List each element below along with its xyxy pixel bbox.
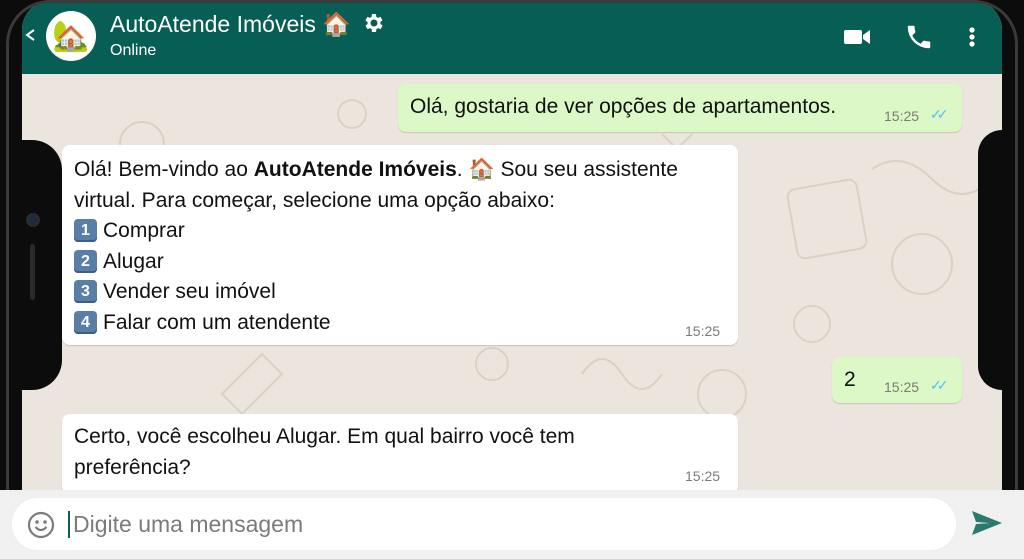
message-body: Certo, você escolheu Alugar. Em qual bai… <box>74 422 575 483</box>
option-label: Alugar <box>103 249 164 273</box>
message-text: Olá, gostaria de ver opções de apartamen… <box>410 95 837 118</box>
keycap-3-icon: 3 <box>74 280 97 303</box>
read-ticks-icon: ✓✓ <box>930 377 949 393</box>
message-time: 15:25 <box>884 379 920 395</box>
contact-name: AutoAtende Imóveis 🏠 <box>110 10 385 38</box>
message-line: Olá! Bem-vindo ao AutoAtende Imóveis. 🏠 … <box>74 155 678 186</box>
phone-sensor <box>30 244 35 300</box>
contact-avatar[interactable]: 🏡 <box>46 11 96 61</box>
read-ticks-icon: ✓✓ <box>930 106 949 122</box>
message-line: Certo, você escolheu Alugar. Em qual bai… <box>74 425 575 448</box>
chat-header: 🏡 AutoAtende Imóveis 🏠 Online <box>22 0 1002 74</box>
message-outgoing[interactable]: Olá, gostaria de ver opções de apartamen… <box>398 84 962 132</box>
avatar-emoji: 🏡 <box>52 19 90 53</box>
contact-info[interactable]: AutoAtende Imóveis 🏠 Online <box>110 10 385 60</box>
message-time: 15:25 <box>884 108 920 124</box>
menu-option-atendente: 4 Falar com um atendente <box>74 308 678 339</box>
send-icon[interactable] <box>970 508 1004 543</box>
brand-name: AutoAtende Imóveis <box>253 158 457 181</box>
back-arrow-icon[interactable] <box>24 24 40 50</box>
contact-status: Online <box>110 42 157 59</box>
phone-notch <box>22 140 62 390</box>
message-input[interactable]: Digite uma mensagem <box>12 498 956 550</box>
chat-screen: 🏡 AutoAtende Imóveis 🏠 Online Olá, gosta… <box>22 0 1002 490</box>
intro-prefix: Olá! Bem-vindo ao <box>74 158 254 181</box>
composer-bar: Digite uma mensagem <box>0 490 1024 559</box>
message-line: preferência? <box>74 455 191 479</box>
intro-suffix: . 🏠 Sou seu assistente <box>456 158 678 181</box>
message-body: Olá! Bem-vindo ao AutoAtende Imóveis. 🏠 … <box>74 155 678 338</box>
keycap-1-icon: 1 <box>74 219 97 242</box>
phone-icon[interactable] <box>904 22 934 57</box>
option-label: Comprar <box>103 219 185 242</box>
message-incoming[interactable]: Olá! Bem-vindo ao AutoAtende Imóveis. 🏠 … <box>62 145 738 345</box>
keycap-2-icon: 2 <box>74 249 97 273</box>
phone-frame: 🏡 AutoAtende Imóveis 🏠 Online Olá, gosta… <box>0 0 1024 559</box>
front-camera <box>26 213 40 227</box>
menu-option-vender: 3 Vender seu imóvel <box>74 277 678 308</box>
message-time: 15:25 <box>685 468 721 484</box>
message-placeholder: Digite uma mensagem <box>68 511 303 538</box>
message-incoming[interactable]: Certo, você escolheu Alugar. Em qual bai… <box>62 414 738 490</box>
option-label: Falar com um atendente <box>103 310 331 334</box>
message-time: 15:25 <box>685 323 721 339</box>
phone-edge <box>978 130 1002 390</box>
message-line: virtual. Para começar, selecione uma opç… <box>74 188 555 212</box>
video-call-icon[interactable] <box>842 22 872 57</box>
gear-icon <box>365 14 383 32</box>
menu-option-comprar: 1 Comprar <box>74 216 678 247</box>
keycap-4-icon: 4 <box>74 310 97 334</box>
message-outgoing[interactable]: 2 15:25 ✓✓ <box>832 357 962 403</box>
option-label: Vender seu imóvel <box>103 280 276 303</box>
contact-name-text: AutoAtende Imóveis 🏠 <box>110 11 351 37</box>
emoji-icon[interactable] <box>26 510 56 545</box>
message-text: 2 <box>844 368 856 391</box>
menu-option-alugar: 2 Alugar <box>74 247 678 278</box>
more-options-icon[interactable] <box>966 22 978 57</box>
